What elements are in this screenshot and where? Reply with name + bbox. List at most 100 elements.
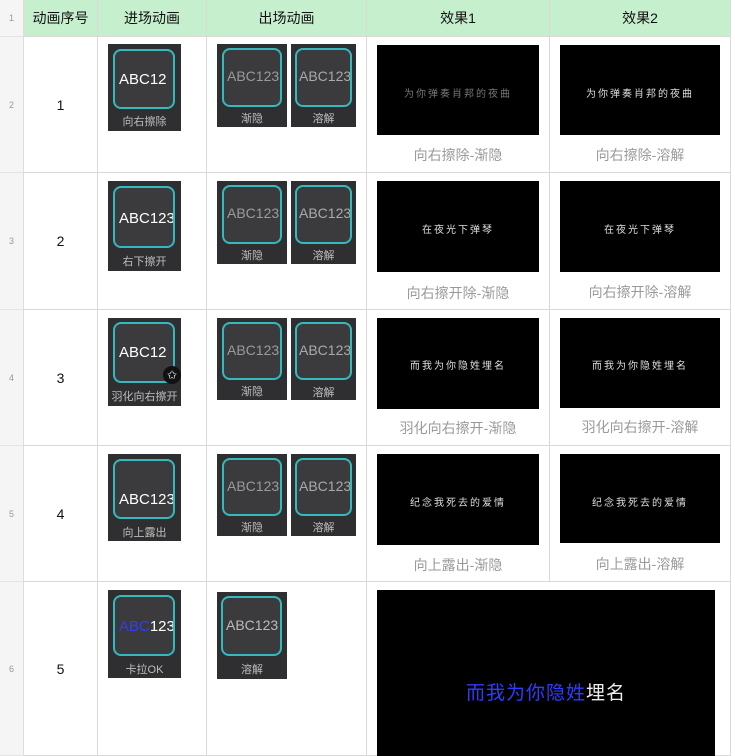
cell-effect2[interactable]: 而我为你隐姓埋名 羽化向右擦开-溶解 (550, 310, 731, 446)
thumbnail-frame: ABC123 (222, 322, 282, 380)
row-header-6[interactable]: 6 (0, 582, 24, 756)
thumbnail-frame: ABC123 (222, 48, 282, 107)
cell-index[interactable]: 1 (24, 37, 98, 173)
entry-thumbnail[interactable]: ABC12 向右擦除 (108, 44, 181, 131)
thumbnail-caption: 向上露出 (122, 527, 167, 539)
thumbnail-caption: 溶解 (312, 250, 335, 262)
exit-thumbnail[interactable]: ABC123 渐隐 (217, 44, 287, 127)
header-cell-index[interactable]: 动画序号 (24, 0, 98, 37)
row-header-1[interactable]: 1 (0, 0, 24, 37)
cell-effect-merged[interactable]: 而我为你隐姓埋名 (367, 582, 731, 756)
thumbnail-frame: ABC123 (295, 458, 352, 516)
thumbnail-text: ABC123 (299, 68, 350, 84)
exit-thumbnail[interactable]: ABC123 溶解 (291, 318, 356, 400)
exit-thumbnail[interactable]: ABC123 溶解 (291, 454, 356, 536)
cell-effect1[interactable]: 为你弹奏肖邦的夜曲 向右擦除-渐隐 (367, 37, 550, 173)
cell-exit[interactable]: ABC123 渐隐 ABC123 溶解 (207, 310, 367, 446)
cell-entry[interactable]: ABC123 右下擦开 (98, 173, 207, 310)
thumbnail-caption: 溶解 (312, 113, 335, 125)
header-cell-entry[interactable]: 进场动画 (98, 0, 207, 37)
row-number: 6 (8, 663, 14, 674)
thumbnail-caption: 渐隐 (241, 113, 263, 125)
preview-subtitle: 在夜光下弹琴 (604, 225, 676, 236)
cell-index[interactable]: 5 (24, 582, 98, 756)
thumbnail-frame: ABC123 (113, 186, 175, 248)
preview-subtitle: 为你弹奏肖邦的夜曲 (404, 89, 512, 100)
effect-preview[interactable]: 纪念我死去的爱情 (377, 454, 539, 545)
thumbnail-text: ABC123 (119, 491, 173, 508)
cell-effect2[interactable]: 在夜光下弹琴 向右擦开除-溶解 (550, 173, 731, 310)
thumbnail-caption: 右下擦开 (122, 256, 167, 268)
thumbnail-frame: ABC123 (295, 48, 352, 107)
cell-effect1[interactable]: 纪念我死去的爱情 向上露出-渐隐 (367, 446, 550, 582)
entry-thumbnail[interactable]: ABC123 右下擦开 (108, 181, 181, 271)
star-icon: ✩ (163, 366, 181, 384)
effect-preview[interactable]: 在夜光下弹琴 (377, 181, 539, 272)
row-header-4[interactable]: 4 (0, 310, 24, 446)
thumbnail-caption: 渐隐 (241, 386, 263, 398)
thumbnail-frame: ABC123 (295, 322, 352, 380)
exit-thumbnail[interactable]: ABC123 渐隐 (217, 318, 287, 400)
cell-effect2[interactable]: 纪念我死去的爱情 向上露出-溶解 (550, 446, 731, 582)
effect-preview[interactable]: 为你弹奏肖邦的夜曲 (377, 45, 539, 135)
effect-preview[interactable]: 而我为你隐姓埋名 (377, 318, 539, 409)
thumbnail-frame: ABC123 (222, 185, 282, 244)
effect-preview[interactable]: 而我为你隐姓埋名 (560, 318, 720, 408)
thumbnail-caption: 向右擦除 (122, 116, 167, 128)
cell-entry[interactable]: ABC123 向上露出 (98, 446, 207, 582)
preview-subtitle: 而我为你隐姓埋名 (377, 678, 715, 705)
exit-thumbnail[interactable]: ABC123 渐隐 (217, 454, 287, 536)
spreadsheet: 1 2 3 4 5 6 动画序号 进场动画 出场动画 效果1 效果2 1 ABC… (0, 0, 735, 756)
thumbnail-text: ABC123 (299, 478, 350, 494)
exit-thumbnail[interactable]: ABC123 溶解 (217, 592, 287, 679)
effect-preview[interactable]: 在夜光下弹琴 (560, 181, 720, 272)
effect-caption: 向上露出-溶解 (595, 556, 685, 572)
row-number: 1 (8, 13, 14, 23)
cell-effect1[interactable]: 而我为你隐姓埋名 羽化向右擦开-渐隐 (367, 310, 550, 446)
cell-exit[interactable]: ABC123 溶解 (207, 582, 367, 756)
cell-entry[interactable]: ABC12 ✩ 羽化向右擦开 (98, 310, 207, 446)
preview-subtitle: 而我为你隐姓埋名 (592, 361, 688, 372)
cell-effect2[interactable]: 为你弹奏肖邦的夜曲 向右擦除-溶解 (550, 37, 731, 173)
thumbnail-text: ABC123 (299, 205, 350, 221)
cell-entry[interactable]: ABC123 卡拉OK (98, 582, 207, 756)
thumbnail-caption: 溶解 (312, 522, 335, 534)
entry-thumbnail[interactable]: ABC123 卡拉OK (108, 590, 181, 678)
exit-thumbnail[interactable]: ABC123 溶解 (291, 181, 356, 264)
entry-thumbnail[interactable]: ABC12 ✩ 羽化向右擦开 (108, 318, 181, 406)
effect-preview[interactable]: 而我为你隐姓埋名 (377, 590, 715, 756)
cell-index[interactable]: 4 (24, 446, 98, 582)
effect-caption: 羽化向右擦开-溶解 (581, 419, 699, 435)
cell-exit[interactable]: ABC123 渐隐 ABC123 溶解 (207, 446, 367, 582)
cell-index[interactable]: 3 (24, 310, 98, 446)
row-header-2[interactable]: 2 (0, 37, 24, 173)
cell-exit[interactable]: ABC123 渐隐 ABC123 溶解 (207, 173, 367, 310)
thumbnail-frame: ABC123 (221, 596, 282, 656)
karaoke-rest-text: 123 (149, 618, 173, 635)
row-header-3[interactable]: 3 (0, 173, 24, 310)
exit-thumbnail[interactable]: ABC123 溶解 (291, 44, 356, 127)
cell-exit[interactable]: ABC123 渐隐 ABC123 溶解 (207, 37, 367, 173)
entry-thumbnail[interactable]: ABC123 向上露出 (108, 454, 181, 541)
thumbnail-caption: 溶解 (241, 664, 263, 676)
header-cell-effect1[interactable]: 效果1 (367, 0, 550, 37)
header-cell-effect2[interactable]: 效果2 (550, 0, 731, 37)
cell-entry[interactable]: ABC12 向右擦除 (98, 37, 207, 173)
thumbnail-frame: ABC123 (113, 595, 175, 656)
thumbnail-frame: ABC123 (295, 185, 352, 244)
thumbnail-frame: ABC123 (222, 458, 282, 516)
thumbnail-text: ABC123 (226, 617, 279, 633)
effect-preview[interactable]: 纪念我死去的爱情 (560, 454, 720, 543)
thumbnail-text: ABC123 (227, 342, 280, 358)
effect-caption: 向右擦除-溶解 (595, 147, 685, 163)
thumbnail-text: ABC12 (119, 344, 167, 361)
row-header-5[interactable]: 5 (0, 446, 24, 582)
cell-effect1[interactable]: 在夜光下弹琴 向右擦开除-渐隐 (367, 173, 550, 310)
header-cell-exit[interactable]: 出场动画 (207, 0, 367, 37)
thumbnail-text: ABC123 (227, 205, 280, 221)
cell-index[interactable]: 2 (24, 173, 98, 310)
effect-preview[interactable]: 为你弹奏肖邦的夜曲 (560, 45, 720, 135)
exit-thumbnail[interactable]: ABC123 渐隐 (217, 181, 287, 264)
row-number: 3 (8, 236, 14, 246)
row-number: 5 (8, 508, 14, 519)
